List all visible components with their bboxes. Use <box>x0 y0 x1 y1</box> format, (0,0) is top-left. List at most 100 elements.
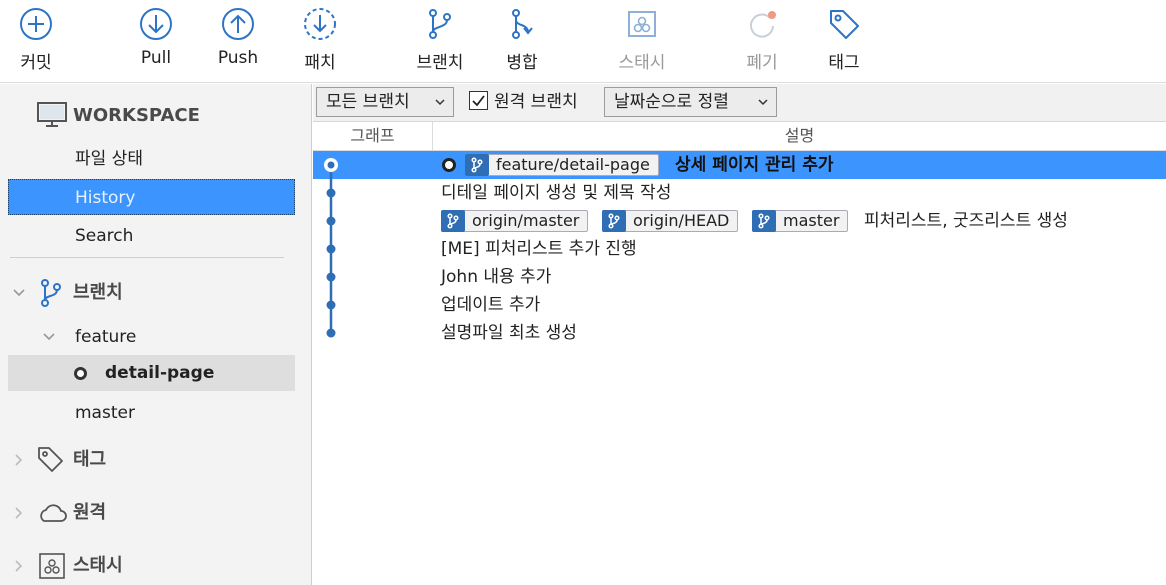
chevron-down-icon <box>435 99 445 106</box>
commit-message: 설명파일 최초 생성 <box>441 323 577 343</box>
commit-message: 피처리스트, 굿즈리스트 생성 <box>864 211 1068 231</box>
commit-row[interactable]: origin/master origin/HEAD master 피처리스트, 굿즈리… <box>313 207 1166 235</box>
remotes-header[interactable]: 원격 <box>8 495 295 531</box>
sort-value: 날짜순으로 정렬 <box>614 92 729 112</box>
sidebar-item-label: detail-page <box>105 363 215 383</box>
workspace-header: WORKSPACE <box>8 98 295 134</box>
branch-icon <box>441 210 465 232</box>
pull-button[interactable]: Pull <box>116 6 196 80</box>
remote-branches-checkbox[interactable] <box>469 91 488 110</box>
tag-label: 태그 <box>828 53 860 73</box>
discard-icon <box>750 11 776 38</box>
branches-label: 브랜치 <box>73 282 123 303</box>
sidebar-item-label: 파일 상태 <box>75 149 143 169</box>
sidebar-item-label: History <box>75 188 136 208</box>
branch-tag[interactable]: origin/master <box>441 210 589 232</box>
chevron-down-icon <box>13 289 25 297</box>
chevron-right-icon <box>15 507 23 519</box>
stash-label: 스태시 <box>618 53 666 73</box>
sidebar-item-history[interactable]: History <box>8 179 295 215</box>
chevron-down-icon <box>43 333 55 341</box>
discard-label: 폐기 <box>746 53 778 73</box>
sidebar-item-master[interactable]: master <box>8 395 295 431</box>
head-marker-icon <box>442 158 456 172</box>
branch-icon <box>602 210 626 232</box>
branch-tag-label: feature/detail-page <box>496 155 650 174</box>
sidebar-item-label: master <box>75 403 135 423</box>
column-header: 그래프 설명 <box>313 122 1166 151</box>
commit-message: 디테일 페이지 생성 및 제목 작성 <box>441 183 672 203</box>
sidebar-item-file-status[interactable]: 파일 상태 <box>8 141 295 177</box>
commit-message: 상세 페이지 관리 추가 <box>675 155 834 175</box>
sidebar-divider <box>10 257 284 258</box>
commit-row[interactable]: 디테일 페이지 생성 및 제목 작성 <box>313 179 1166 207</box>
commit-row[interactable]: [ME] 피처리스트 추가 진행 <box>313 235 1166 263</box>
workspace-label: WORKSPACE <box>73 105 200 126</box>
pull-arrow-icon <box>140 8 172 40</box>
branch-tag-label: origin/master <box>472 211 580 230</box>
commit-row[interactable]: feature/detail-page 상세 페이지 관리 추가 <box>313 151 1166 179</box>
branch-icon <box>465 154 489 176</box>
branch-filter-dropdown[interactable]: 모든 브랜치 <box>316 87 454 117</box>
sidebar: WORKSPACE 파일 상태 History Search 브랜치 featu… <box>0 84 312 585</box>
commit-plus-icon <box>20 8 52 40</box>
graph-column-header[interactable]: 그래프 <box>313 122 433 150</box>
check-icon <box>472 95 485 107</box>
branch-icon <box>752 210 776 232</box>
branch-icon <box>41 279 61 307</box>
commit-message: 업데이트 추가 <box>441 295 541 315</box>
remotes-label: 원격 <box>73 502 107 523</box>
patch-button[interactable]: 패치 <box>280 6 360 80</box>
tag-button[interactable]: 태그 <box>804 6 884 80</box>
merge-icon <box>512 9 533 39</box>
description-column-header[interactable]: 설명 <box>433 122 1166 150</box>
patch-label: 패치 <box>304 53 336 73</box>
commit-row[interactable]: John 내용 추가 <box>313 263 1166 291</box>
push-arrow-icon <box>222 8 254 40</box>
sidebar-item-label: Search <box>75 226 134 246</box>
branches-header[interactable]: 브랜치 <box>8 275 295 311</box>
branch-button[interactable]: 브랜치 <box>400 6 480 80</box>
stashes-header[interactable]: 스태시 <box>8 548 295 584</box>
commit-button[interactable]: 커밋 <box>0 6 76 80</box>
stash-button[interactable]: 스태시 <box>602 6 682 80</box>
remote-branches-label: 원격 브랜치 <box>494 92 578 112</box>
commit-label: 커밋 <box>20 53 52 73</box>
push-label: Push <box>217 48 259 68</box>
chevron-right-icon <box>15 454 23 466</box>
sort-dropdown[interactable]: 날짜순으로 정렬 <box>604 87 777 117</box>
patch-icon <box>304 8 336 40</box>
tag-icon <box>830 10 859 39</box>
commit-message: [ME] 피처리스트 추가 진행 <box>441 239 637 259</box>
sidebar-item-search[interactable]: Search <box>8 218 295 254</box>
stash-icon <box>39 553 65 579</box>
sidebar-item-detail-page[interactable]: detail-page <box>8 355 295 391</box>
history-panel: 모든 브랜치 원격 브랜치 날짜순으로 정렬 그래프 설명 feature/de… <box>313 84 1166 585</box>
commit-message: John 내용 추가 <box>441 267 552 287</box>
stashes-label: 스태시 <box>73 555 123 576</box>
pull-label: Pull <box>140 48 172 68</box>
monitor-icon <box>37 102 67 127</box>
cloud-icon <box>40 504 67 522</box>
sidebar-item-feature-folder[interactable]: feature <box>8 319 295 355</box>
branch-tag-label: master <box>783 211 840 230</box>
commit-row[interactable]: 설명파일 최초 생성 <box>313 319 1166 347</box>
branch-tag[interactable]: origin/HEAD <box>602 210 739 232</box>
tags-header[interactable]: 태그 <box>8 442 295 478</box>
commit-row[interactable]: 업데이트 추가 <box>313 291 1166 319</box>
remote-branches-toggle[interactable]: 원격 브랜치 <box>469 87 578 117</box>
filter-bar: 모든 브랜치 원격 브랜치 날짜순으로 정렬 <box>313 84 1166 122</box>
branch-filter-value: 모든 브랜치 <box>326 92 410 112</box>
merge-button[interactable]: 병합 <box>482 6 562 80</box>
stash-icon <box>628 11 656 37</box>
branch-tag[interactable]: master <box>752 210 849 232</box>
branch-label: 브랜치 <box>416 53 464 73</box>
discard-button[interactable]: 폐기 <box>722 6 802 80</box>
branch-tag[interactable]: feature/detail-page <box>465 154 659 176</box>
branch-icon <box>429 9 451 39</box>
branch-tag-label: origin/HEAD <box>633 211 730 230</box>
toolbar: 커밋 Pull Push 패치 브랜치 병합 스태시 폐기 태그 <box>0 0 1166 83</box>
push-button[interactable]: Push <box>198 6 278 80</box>
current-branch-icon <box>74 367 87 380</box>
tag-icon <box>38 447 63 472</box>
